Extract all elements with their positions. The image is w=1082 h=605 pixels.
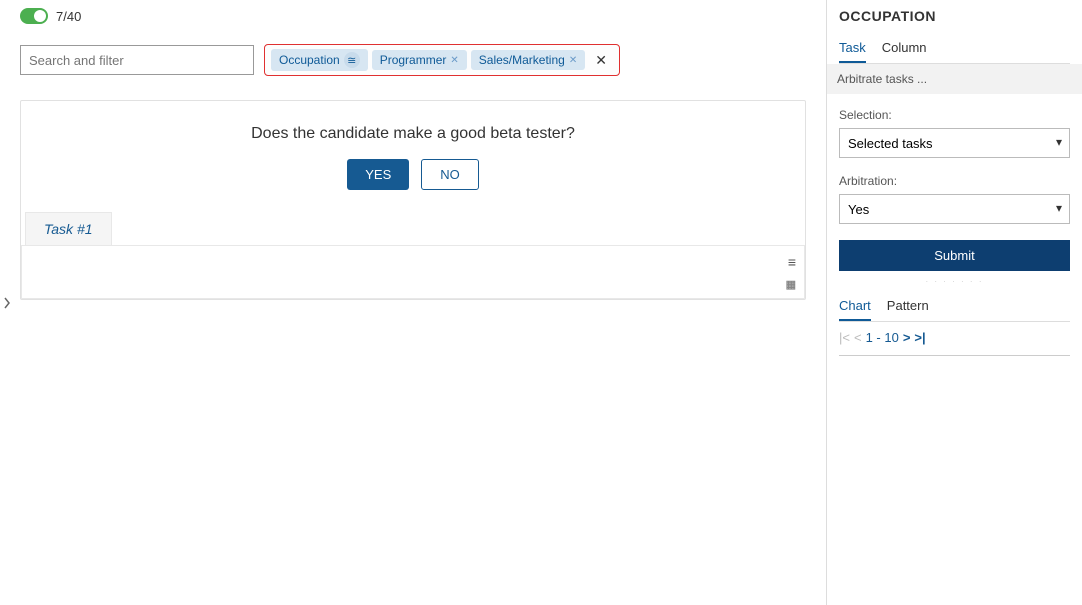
- filter-op-icon: ≅: [344, 52, 360, 68]
- pager-prev-icon[interactable]: <: [854, 330, 862, 345]
- arbitration-select[interactable]: Yes: [839, 194, 1070, 224]
- menu-icon[interactable]: ≡: [788, 254, 796, 270]
- remove-icon[interactable]: ✕: [569, 55, 577, 66]
- submit-button[interactable]: Submit: [839, 240, 1070, 271]
- filter-field-pill[interactable]: Occupation ≅: [271, 49, 368, 71]
- side-title: OCCUPATION: [839, 8, 1070, 24]
- tab-pattern[interactable]: Pattern: [887, 292, 929, 321]
- question-text: Does the candidate make a good beta test…: [21, 125, 805, 143]
- status-text: Arbitrate tasks ...: [827, 64, 1082, 94]
- tab-task[interactable]: Task: [839, 34, 866, 63]
- remove-icon[interactable]: ✕: [450, 55, 458, 66]
- expand-handle[interactable]: [0, 0, 14, 605]
- pager: |< < 1 - 10 > >|: [839, 330, 1070, 345]
- side-panel: OCCUPATION Task Column Arbitrate tasks .…: [826, 0, 1082, 605]
- chart-tabs: Chart Pattern: [839, 292, 1070, 322]
- resize-handle-icon[interactable]: · · · · · · ·: [839, 277, 1070, 286]
- task-card: Does the candidate make a good beta test…: [20, 100, 806, 300]
- pager-last-icon[interactable]: >|: [914, 330, 925, 345]
- grid-icon[interactable]: ▦: [786, 278, 796, 291]
- side-tabs: Task Column: [839, 34, 1070, 64]
- selection-label: Selection:: [839, 108, 1070, 122]
- filter-value-1: Sales/Marketing: [479, 53, 565, 67]
- clear-filter-icon[interactable]: ✕: [589, 52, 613, 69]
- no-button[interactable]: NO: [421, 159, 479, 190]
- data-table: ≡▦: [21, 245, 805, 299]
- pager-first-icon[interactable]: |<: [839, 330, 850, 345]
- occupation-chart: [839, 353, 1070, 358]
- filter-value-pill-1[interactable]: Sales/Marketing ✕: [471, 50, 585, 70]
- task-tab[interactable]: Task #1: [25, 212, 112, 245]
- sample-toggle[interactable]: [20, 8, 48, 24]
- column-header[interactable]: ≡▦: [22, 246, 805, 299]
- arbitration-label: Arbitration:: [839, 174, 1070, 188]
- filter-value-pill-0[interactable]: Programmer ✕: [372, 50, 467, 70]
- tab-column[interactable]: Column: [882, 34, 927, 63]
- filter-value-0: Programmer: [380, 53, 447, 67]
- filter-field-label: Occupation: [279, 53, 340, 67]
- pager-next-icon[interactable]: >: [903, 330, 911, 345]
- selection-select[interactable]: Selected tasks: [839, 128, 1070, 158]
- filter-group: Occupation ≅ Programmer ✕ Sales/Marketin…: [264, 44, 620, 76]
- sample-count: 7/40: [56, 9, 81, 24]
- tab-chart[interactable]: Chart: [839, 292, 871, 321]
- search-input[interactable]: [20, 45, 254, 75]
- pager-range: 1 - 10: [866, 330, 899, 345]
- yes-button[interactable]: YES: [347, 159, 409, 190]
